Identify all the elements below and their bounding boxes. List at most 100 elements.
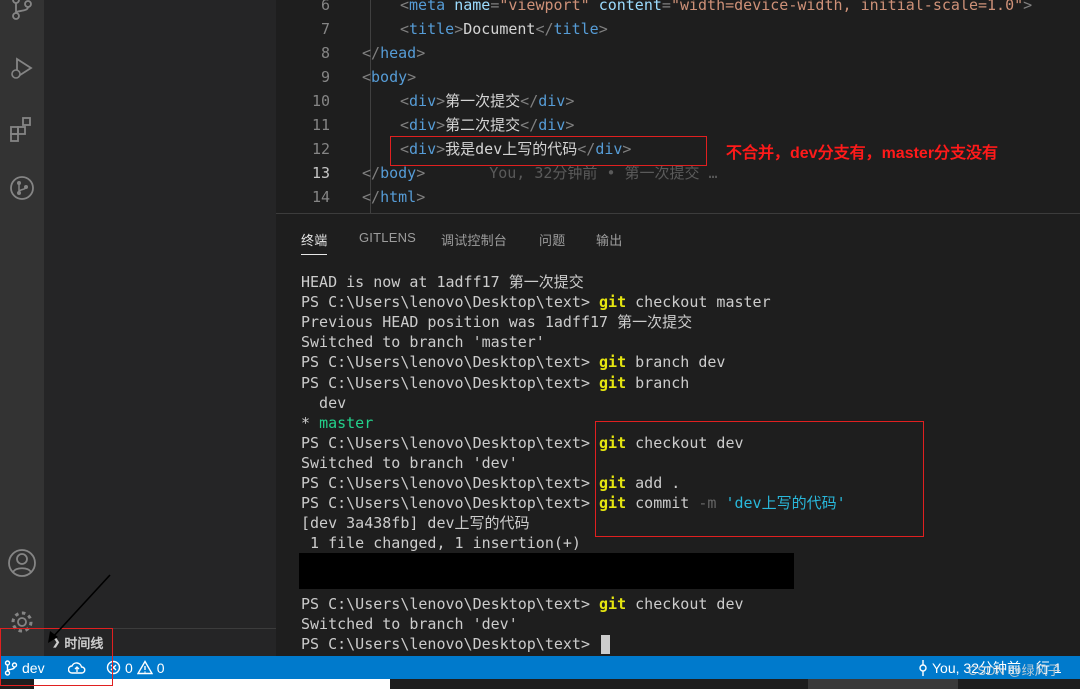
code-text: <div>第一次提交</div> [400, 89, 574, 113]
code-token: > [407, 68, 417, 86]
panel-tab[interactable]: GITLENS [359, 230, 416, 245]
watermark: CSDN @绿风子 [968, 663, 1061, 678]
inline-blame: You, 32分钟前 • 第一次提交 … [489, 164, 718, 182]
status-bar: dev 0 0 You, 32分钟前 行 1 [0, 656, 1080, 679]
code-token: < [400, 116, 410, 134]
terminal-text: Previous HEAD position was 1adff17 第一次提交 [301, 313, 693, 332]
terminal-line: Previous HEAD position was 1adff17 第一次提交 [301, 312, 692, 332]
panel-tab[interactable]: 问题 [539, 230, 565, 249]
terminal-cursor [601, 634, 611, 654]
terminal-text: 1 file changed, 1 insertion(+) [301, 534, 581, 553]
code-line[interactable]: 14 </html> [276, 185, 1080, 209]
code-token: div [409, 92, 437, 110]
terminal-line: dev [301, 393, 346, 413]
code-text: <meta name="viewport" content="width=dev… [400, 0, 1032, 17]
code-token: div [538, 116, 566, 134]
terminal-text: git [599, 353, 627, 372]
gitlens-icon[interactable] [0, 166, 44, 210]
terminal-text: PS C:\Users\lenovo\Desktop\text> [301, 353, 600, 372]
code-line[interactable]: 11 <div>第二次提交</div> [276, 113, 1080, 137]
code-token: > [1023, 0, 1033, 14]
warning-count: 0 [156, 659, 165, 676]
code-token: < [400, 92, 410, 110]
bottom-strip [0, 679, 1080, 689]
line-number: 6 [320, 0, 330, 14]
code-token: = [661, 0, 671, 14]
terminal-line: Switched to branch 'dev' [301, 453, 518, 473]
terminal-line: 1 file changed, 1 insertion(+) [301, 533, 581, 553]
terminal-text: master [319, 413, 374, 432]
line-number: 12 [311, 140, 330, 158]
code-token: body [380, 164, 417, 182]
line-number: 9 [320, 68, 330, 86]
code-token: head [380, 44, 417, 62]
code-token: </ [520, 116, 539, 134]
terminal-line: PS C:\Users\lenovo\Desktop\text> [301, 634, 611, 654]
code-token: > [565, 116, 575, 134]
terminal-text: PS C:\Users\lenovo\Desktop\text> [301, 494, 600, 513]
code-line[interactable]: 9 <body> [276, 65, 1080, 89]
code-token: "width=device-width, initial-scale=1.0" [670, 0, 1024, 14]
panel-tab[interactable]: 终端 [301, 230, 328, 255]
code-token: < [362, 68, 372, 86]
line-number: 14 [311, 188, 330, 206]
sidebar [44, 0, 276, 656]
terminal-text: Switched to branch 'dev' [301, 614, 518, 633]
code-token: html [380, 188, 417, 206]
annotation-arrow [48, 574, 111, 643]
code-token: </ [362, 44, 381, 62]
terminal-text: dev [301, 393, 347, 412]
code-line[interactable]: 6 <meta name="viewport" content="width=de… [276, 0, 1080, 17]
code-token: div [538, 92, 566, 110]
terminal-line: PS C:\Users\lenovo\Desktop\text> git bra… [301, 352, 725, 372]
line-number: 8 [320, 44, 330, 62]
annotation-note: 不合并，dev分支有，master分支没有 [726, 145, 999, 162]
terminal-text: git [599, 373, 627, 392]
warning-icon [136, 660, 153, 675]
code-token: div [409, 116, 437, 134]
panel-tab[interactable]: 输出 [596, 230, 622, 249]
code-text: </head> [362, 41, 425, 65]
code-token: </ [362, 188, 381, 206]
panel-tabs: 终端 GITLENS 调试控制台 问题 输出 [276, 214, 1080, 262]
terminal-text: branch [626, 373, 690, 392]
code-token: 第二次提交 [445, 116, 521, 134]
code-line[interactable]: 10 <div>第一次提交</div> [276, 89, 1080, 113]
code-token: > [416, 164, 426, 182]
code-token: 第一次提交 [445, 92, 521, 110]
line-number: 11 [311, 116, 330, 134]
code-token: > [565, 92, 575, 110]
problems-indicator[interactable]: 0 0 [106, 656, 165, 679]
code-token: "viewport" [499, 0, 590, 14]
terminal-line: * master [301, 413, 373, 433]
terminal-text: Switched to branch 'dev' [301, 453, 518, 472]
source-control-icon[interactable] [0, 0, 44, 30]
code-text: <body> [362, 65, 416, 89]
terminal-text: PS C:\Users\lenovo\Desktop\text> [301, 433, 600, 452]
terminal-line: PS C:\Users\lenovo\Desktop\text> git bra… [301, 373, 689, 393]
code-text: <div>第二次提交</div> [400, 113, 574, 137]
code-token: > [436, 116, 446, 134]
annotation-box-commands [595, 421, 924, 537]
redacted-region [299, 553, 794, 589]
code-token: > [454, 20, 464, 38]
code-token: > [598, 20, 608, 38]
code-editor[interactable]: 6 <meta name="viewport" content="width=de… [276, 0, 1080, 213]
account-icon[interactable] [0, 541, 44, 585]
code-text: </html> [362, 185, 425, 209]
panel-tab[interactable]: 调试控制台 [441, 230, 507, 249]
git-commit-icon [919, 659, 927, 676]
code-token: Document [463, 20, 536, 38]
terminal-text: PS C:\Users\lenovo\Desktop\text> [301, 474, 600, 492]
terminal-text: git [599, 594, 627, 613]
activity-bar [0, 0, 44, 656]
terminal-text: branch dev [626, 353, 726, 372]
code-line[interactable]: 7 <title>Document</title> [276, 17, 1080, 41]
code-token: body [371, 68, 408, 86]
extensions-icon[interactable] [0, 107, 44, 151]
code-token: > [436, 92, 446, 110]
code-token: </ [362, 164, 381, 182]
code-line[interactable]: 8 </head> [276, 41, 1080, 65]
run-debug-icon[interactable] [0, 46, 44, 90]
